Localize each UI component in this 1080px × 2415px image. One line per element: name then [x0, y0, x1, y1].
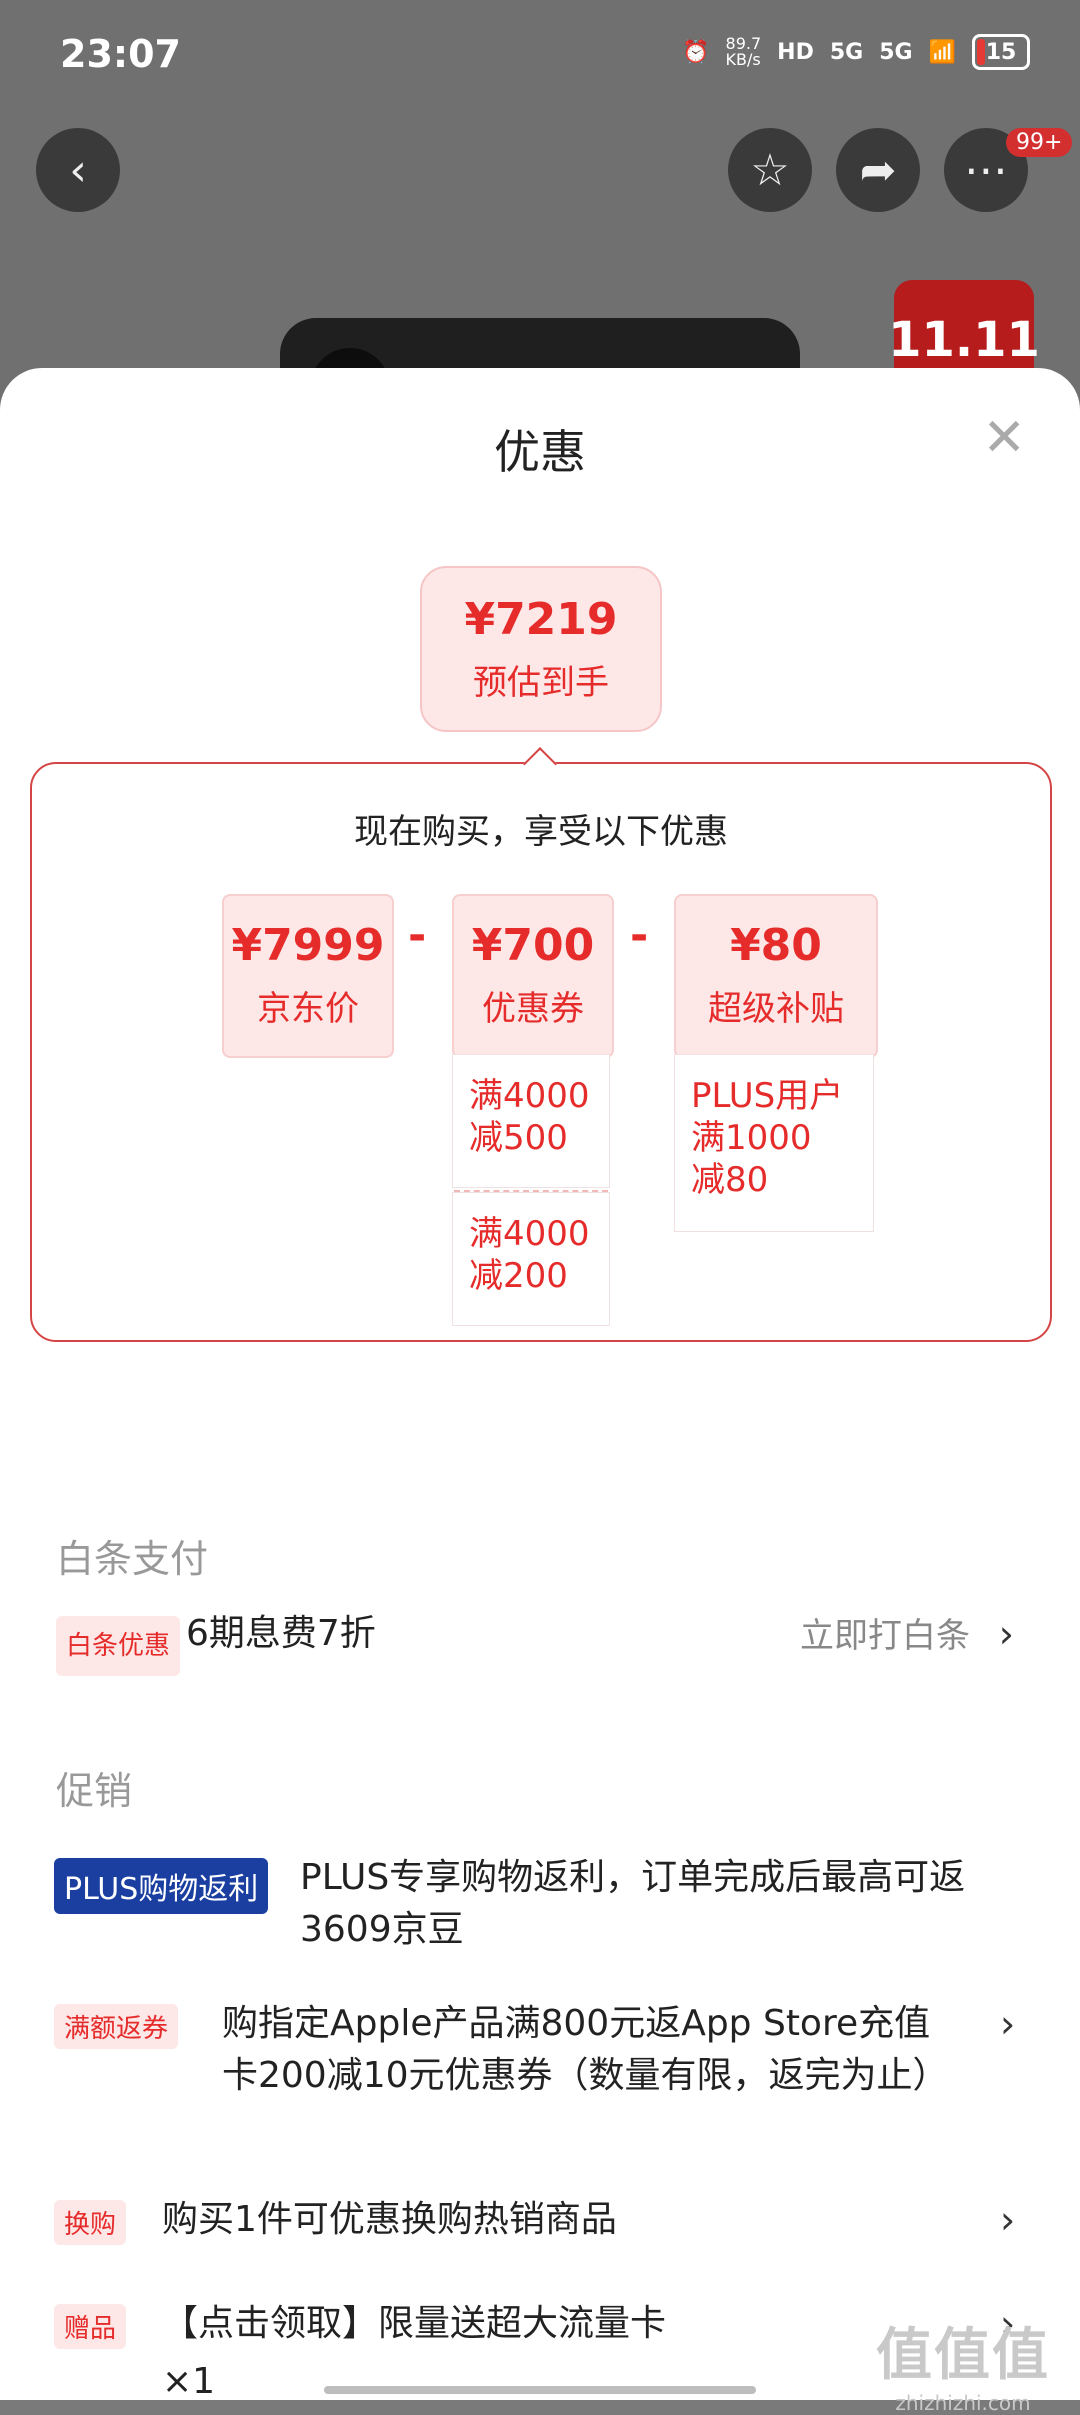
gift-tag: 赠品: [54, 2304, 127, 2349]
chevron-left-icon: ‹: [69, 144, 87, 196]
baitiao-action: 立即打白条: [800, 1616, 970, 1656]
coupon-detail-2: 满4000 减200: [452, 1192, 610, 1326]
close-icon: ✕: [982, 408, 1026, 468]
promo-section-title: 促销: [56, 1769, 133, 1813]
watermark-url: zhizhizhi.com: [895, 2391, 1031, 2415]
close-button[interactable]: ✕: [982, 412, 1026, 464]
baitiao-text: 6期息费7折: [186, 1613, 376, 1654]
estimated-label: 预估到手: [473, 663, 609, 703]
chevron-right-icon: ›: [998, 1612, 1014, 1656]
watermark-logo: 值值值: [876, 2323, 1050, 2388]
notification-badge: 99+: [1006, 128, 1073, 157]
plus-rebate-text: PLUS专享购物返利，订单完成后最高可返3609京豆: [300, 1857, 966, 1950]
gift-qty: ×1: [162, 2361, 216, 2402]
coupon-return-tag: 满额返券: [54, 2004, 179, 2049]
minus-sign-1: -: [408, 910, 427, 961]
subsidy-value: ¥80: [730, 920, 822, 971]
signal-2: 5G: [879, 39, 913, 65]
chevron-right-icon: ›: [1000, 2198, 1016, 2242]
status-icons: ⏰ 89.7 KB/s HD 5G 5G 📶 15: [682, 34, 1030, 70]
discount-sheet: 优惠 ✕ ¥7219 预估到手 现在购买，享受以下优惠 ¥7999 京东价 - …: [0, 368, 1080, 2402]
coupon-return-text: 购指定Apple产品满800元返App Store充值卡200减10元优惠券（数…: [222, 2003, 949, 2096]
subsidy-label: 超级补贴: [708, 989, 844, 1029]
home-indicator[interactable]: [324, 2386, 756, 2394]
subsidy-detail: PLUS用户 满1000 减80: [674, 1054, 874, 1232]
breakdown-title: 现在购买，享受以下优惠: [354, 812, 728, 852]
gift-text: 【点击领取】限量送超大流量卡: [162, 2303, 667, 2344]
sheet-title: 优惠: [494, 425, 586, 479]
plus-rebate-tag: PLUS购物返利: [54, 1858, 269, 1914]
trade-in-text: 购买1件可优惠换购热销商品: [162, 2199, 617, 2240]
coupon-chip: ¥700 优惠券: [452, 894, 614, 1058]
favorite-button[interactable]: ☆: [728, 128, 812, 212]
wifi-icon: 📶: [928, 39, 956, 65]
estimated-price: ¥7219: [464, 594, 618, 645]
alarm-icon: ⏰: [682, 39, 710, 65]
status-bar: 23:07 ⏰ 89.7 KB/s HD 5G 5G 📶 15: [0, 0, 1080, 110]
trade-in-tag: 换购: [54, 2200, 127, 2245]
coupon-label: 优惠券: [482, 989, 584, 1029]
battery-indicator: 15: [972, 34, 1030, 70]
coupon-detail-1: 满4000 减500: [452, 1054, 610, 1188]
jd-price-label: 京东价: [257, 989, 359, 1029]
minus-sign-2: -: [630, 910, 649, 961]
star-icon: ☆: [750, 144, 790, 196]
more-icon: ⋯: [964, 144, 1008, 196]
net-speed: 89.7 KB/s: [725, 34, 762, 69]
jd-price-value: ¥7999: [231, 920, 385, 971]
back-button[interactable]: ‹: [36, 128, 120, 212]
baitiao-section-title: 白条支付: [56, 1537, 209, 1581]
subsidy-chip: ¥80 超级补贴: [674, 894, 878, 1058]
battery-level: 15: [985, 39, 1017, 65]
share-icon: ➦: [859, 144, 897, 196]
status-time: 23:07: [60, 32, 181, 76]
chevron-right-icon: ›: [1000, 2002, 1016, 2046]
coupon-value: ¥700: [471, 920, 595, 971]
hd-icon: HD: [777, 39, 814, 65]
jd-price-chip: ¥7999 京东价: [222, 894, 394, 1058]
share-button[interactable]: ➦: [836, 128, 920, 212]
baitiao-row[interactable]: 白条优惠 6期息费7折 立即打白条 ›: [56, 1608, 1024, 1676]
baitiao-tag: 白条优惠: [56, 1616, 181, 1676]
watermark: 值值值 zhizhizhi.com: [876, 2310, 1050, 2415]
signal-1: 5G: [829, 39, 864, 65]
estimated-price-card: ¥7219 预估到手: [420, 566, 662, 732]
